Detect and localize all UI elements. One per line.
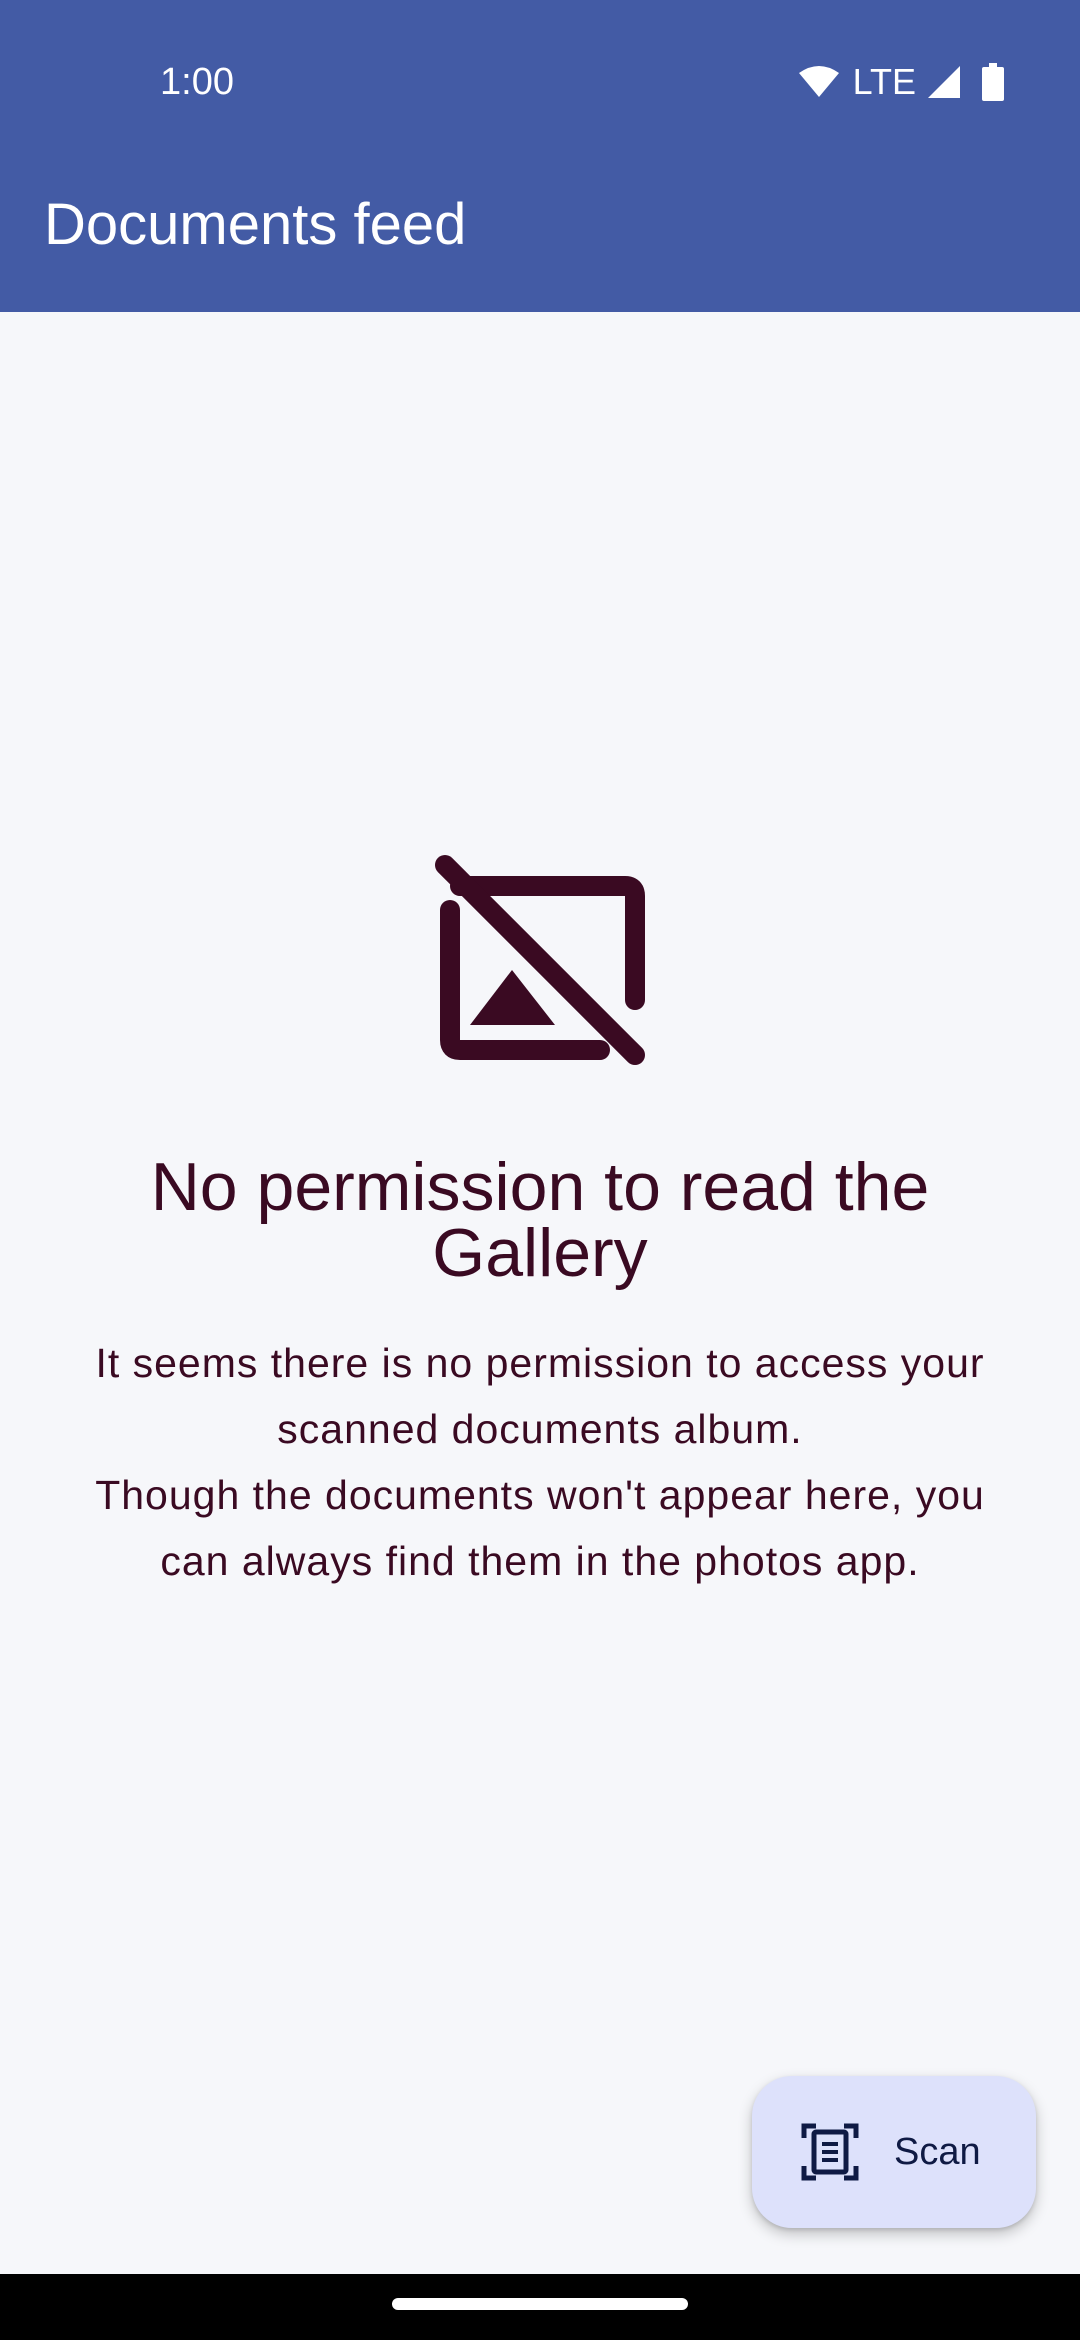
battery-icon	[982, 63, 1004, 101]
network-type-label: LTE	[852, 61, 916, 102]
system-navigation-bar	[0, 2274, 1080, 2340]
cell-signal-icon	[926, 64, 962, 100]
status-icons: LTE	[798, 58, 1004, 106]
home-gesture-handle[interactable]	[392, 2298, 688, 2310]
page-title: Documents feed	[44, 192, 467, 257]
scan-button-label: Scan	[894, 2130, 981, 2173]
empty-state-message: It seems there is no permission to acces…	[30, 1330, 1050, 1594]
status-time: 1:00	[160, 61, 234, 103]
empty-state-title: No permission to read the Gallery	[150, 1149, 930, 1291]
empty-state-message-line: scanned documents album.	[277, 1406, 803, 1452]
empty-state-message-line: can always find them in the photos app.	[160, 1538, 920, 1584]
empty-state: No permission to read the Gallery It see…	[0, 850, 1080, 1594]
empty-state-message-line: It seems there is no permission to acces…	[95, 1340, 985, 1386]
wifi-icon	[798, 66, 839, 98]
scan-button[interactable]: Scan	[752, 2076, 1036, 2228]
empty-state-message-line: Though the documents won't appear here, …	[95, 1472, 985, 1518]
document-scanner-icon	[801, 2123, 859, 2181]
app-bar: 1:00 LTE Documents feed	[0, 0, 1080, 312]
hide-image-icon	[435, 855, 645, 1065]
